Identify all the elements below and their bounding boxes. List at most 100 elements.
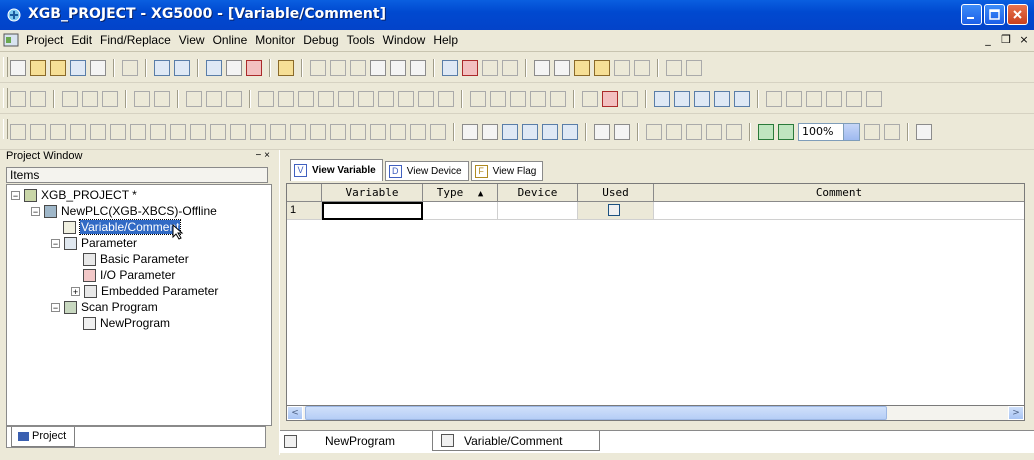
ladder-sf8-icon[interactable] <box>390 124 406 140</box>
tree-node-basic-parameter[interactable]: Basic Parameter <box>83 251 189 267</box>
io-parameter-icon[interactable] <box>686 124 702 140</box>
zoom-out-icon[interactable] <box>778 124 794 140</box>
device-list-icon[interactable] <box>646 124 662 140</box>
stop-mode-icon[interactable] <box>30 91 46 107</box>
open-folder-icon[interactable] <box>30 60 46 76</box>
new-file-icon[interactable] <box>10 60 26 76</box>
view-device-comment-icon[interactable] <box>714 91 730 107</box>
scroll-thumb[interactable] <box>305 406 887 420</box>
ladder-f3-icon[interactable] <box>50 124 66 140</box>
delete-line-icon[interactable] <box>462 60 478 76</box>
tab-view-variable[interactable]: V View Variable <box>290 159 383 181</box>
ladder-sf3-icon[interactable] <box>290 124 306 140</box>
io-skip-icon[interactable] <box>418 91 434 107</box>
tab-view-device[interactable]: D View Device <box>384 161 469 181</box>
menu-tools[interactable]: Tools <box>343 33 379 47</box>
find-icon[interactable] <box>534 60 550 76</box>
ladder-f5-icon[interactable] <box>90 124 106 140</box>
cross-ref-icon[interactable] <box>614 124 630 140</box>
mdi-child-icon[interactable] <box>3 32 19 48</box>
menu-view[interactable]: View <box>175 33 209 47</box>
paste-icon[interactable] <box>390 60 406 76</box>
ladder-sf0-icon[interactable] <box>430 124 446 140</box>
connect-icon[interactable] <box>154 60 170 76</box>
monitor-icon[interactable] <box>206 60 222 76</box>
ladder-tool-4-icon[interactable] <box>826 91 842 107</box>
find-next-icon[interactable] <box>554 60 570 76</box>
hline-icon[interactable] <box>582 91 598 107</box>
write-icon[interactable] <box>278 91 294 107</box>
tree-node-plc[interactable]: − NewPLC(XGB-XBCS)-Offline <box>31 203 217 219</box>
print-icon[interactable] <box>90 60 106 76</box>
cell-variable[interactable] <box>322 202 423 220</box>
breakpoint-icon[interactable] <box>186 91 202 107</box>
tree-node-project[interactable]: − XGB_PROJECT * <box>11 187 137 203</box>
ladder-f11-icon[interactable] <box>210 124 226 140</box>
tree-node-scan-program[interactable]: − Scan Program <box>51 299 158 315</box>
help-icon[interactable] <box>278 60 294 76</box>
toolbar-grip[interactable] <box>3 88 8 108</box>
zoom-in-icon[interactable] <box>758 124 774 140</box>
horizontal-scrollbar[interactable]: < > <box>286 405 1025 421</box>
view-device-var-icon[interactable] <box>694 91 710 107</box>
redo-icon[interactable] <box>330 60 346 76</box>
ladder-tool-2-icon[interactable] <box>786 91 802 107</box>
menu-project[interactable]: Project <box>22 33 67 47</box>
program-check-icon[interactable] <box>726 124 742 140</box>
coil-icon[interactable] <box>550 91 566 107</box>
function-icon[interactable] <box>602 91 618 107</box>
column-header-variable[interactable]: Variable <box>322 184 423 201</box>
scroll-right-button[interactable]: > <box>1008 406 1024 420</box>
plc-error-icon[interactable] <box>358 91 374 107</box>
disconnect-icon[interactable] <box>174 60 190 76</box>
open-project-icon[interactable] <box>50 60 66 76</box>
minimize-button[interactable] <box>961 4 982 25</box>
collapse-icon[interactable]: − <box>31 206 40 216</box>
contact-b-icon[interactable] <box>490 91 506 107</box>
ladder-sf5-icon[interactable] <box>330 124 346 140</box>
contact-n-icon[interactable] <box>530 91 546 107</box>
bookmark-icon[interactable] <box>666 60 682 76</box>
ladder-f7-icon[interactable] <box>130 124 146 140</box>
chevron-down-icon[interactable] <box>843 124 859 140</box>
message-window-icon[interactable] <box>522 124 538 140</box>
run-mode-icon[interactable] <box>10 91 26 107</box>
menu-monitor[interactable]: Monitor <box>251 33 299 47</box>
monitor-window-icon[interactable] <box>542 124 558 140</box>
find-window-icon[interactable] <box>562 124 578 140</box>
command-window-icon[interactable] <box>594 124 610 140</box>
collapse-icon[interactable]: − <box>51 238 60 248</box>
window-1-icon[interactable] <box>462 124 478 140</box>
ladder-tool-1-icon[interactable] <box>766 91 782 107</box>
close-button[interactable] <box>1007 4 1028 25</box>
preview-icon[interactable] <box>122 60 138 76</box>
pause-icon[interactable] <box>82 91 98 107</box>
ladder-f9-icon[interactable] <box>170 124 186 140</box>
undo-icon[interactable] <box>310 60 326 76</box>
delete-column-icon[interactable] <box>502 60 518 76</box>
ladder-f8-icon[interactable] <box>150 124 166 140</box>
tree-node-embedded-parameter[interactable]: + Embedded Parameter <box>71 283 218 299</box>
settings-icon[interactable] <box>916 124 932 140</box>
column-header-used[interactable]: Used <box>578 184 654 201</box>
expand-icon[interactable]: + <box>71 286 80 296</box>
delete-icon[interactable] <box>410 60 426 76</box>
comment-icon[interactable] <box>622 91 638 107</box>
replace-icon[interactable] <box>574 60 590 76</box>
ladder-sf7-icon[interactable] <box>370 124 386 140</box>
menu-debug[interactable]: Debug <box>299 33 342 47</box>
ladder-sf4-icon[interactable] <box>310 124 326 140</box>
insert-column-icon[interactable] <box>482 60 498 76</box>
maximize-button[interactable] <box>984 4 1005 25</box>
copy-icon[interactable] <box>370 60 386 76</box>
ladder-f6-icon[interactable] <box>110 124 126 140</box>
tab-new-program[interactable]: NewProgram <box>284 431 432 451</box>
menu-online[interactable]: Online <box>209 33 252 47</box>
ladder-tool-3-icon[interactable] <box>806 91 822 107</box>
menu-find-replace[interactable]: Find/Replace <box>96 33 175 47</box>
cell-device[interactable] <box>498 202 578 219</box>
plc-history-icon[interactable] <box>338 91 354 107</box>
toggle-2-icon[interactable] <box>884 124 900 140</box>
tab-project[interactable]: Project <box>11 427 75 447</box>
view-variable-icon[interactable] <box>654 91 670 107</box>
